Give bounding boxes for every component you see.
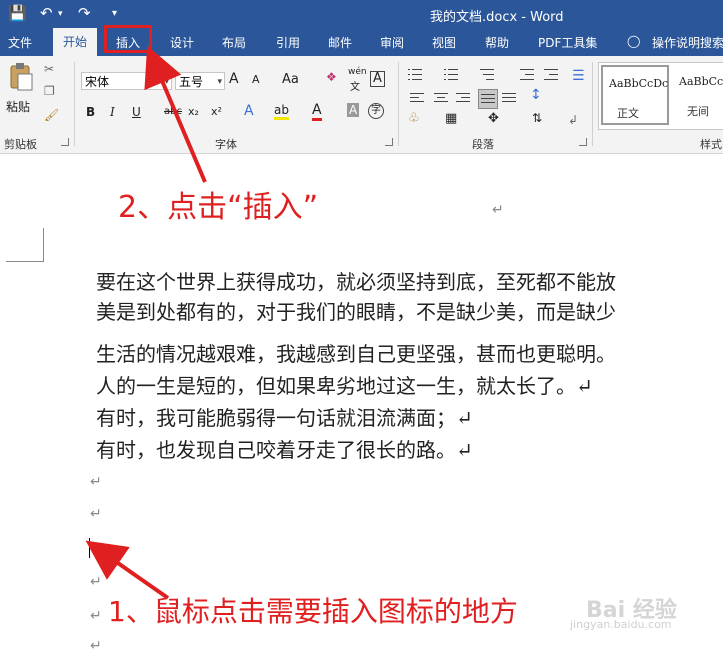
arrow-to-insert-tab	[144, 45, 207, 183]
annotation-arrows	[85, 45, 207, 600]
annotation-step-2: 2、点击“插入”	[118, 190, 319, 225]
annotation-step-1: 1、鼠标点击需要插入图标的地方	[108, 595, 518, 628]
